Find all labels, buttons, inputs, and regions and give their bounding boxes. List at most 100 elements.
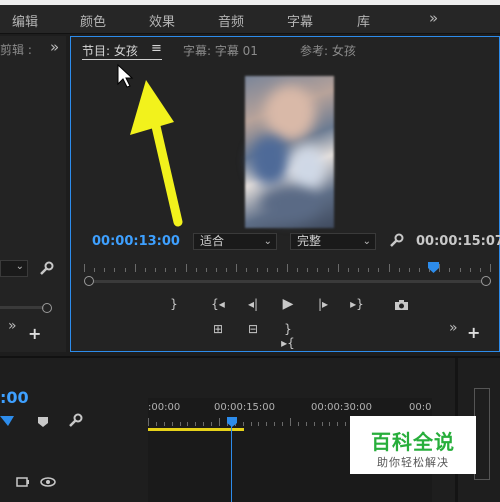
ruler-tick <box>347 268 349 272</box>
extract-icon[interactable]: ⊟ <box>243 322 263 336</box>
wrench-icon[interactable] <box>38 261 54 277</box>
ruler-tick <box>337 264 339 272</box>
scrubber-end-handle[interactable] <box>42 303 52 313</box>
source-scrubber-track[interactable] <box>0 306 44 309</box>
ruler-tick <box>449 268 451 272</box>
ruler-tick <box>418 268 420 272</box>
trim-icon[interactable]: }▸{ <box>278 322 298 350</box>
eye-icon[interactable] <box>40 476 56 488</box>
mouse-cursor-icon <box>117 63 134 88</box>
step-forward-icon[interactable]: |▸ <box>313 297 333 311</box>
current-timecode[interactable]: 00:00:13:00 <box>92 234 180 249</box>
ruler-tick <box>195 268 197 272</box>
ruler-tick <box>258 422 260 426</box>
add-marker-icon[interactable] <box>37 416 49 428</box>
ruler-tick <box>378 268 380 272</box>
tab-program[interactable]: 节目: 女孩 <box>82 42 138 59</box>
menu-more-icon[interactable]: » <box>429 9 438 27</box>
quality-dropdown[interactable]: 完整 ⌄ <box>290 233 376 250</box>
ruler-label: 00:00:15:00 <box>214 402 276 413</box>
ruler-tick <box>490 264 491 272</box>
menu-library[interactable]: 库 <box>357 11 370 30</box>
ruler-tick <box>187 422 189 426</box>
ruler-tick <box>203 422 205 426</box>
ruler-tick <box>469 268 471 272</box>
ruler-tick <box>329 422 331 426</box>
zoom-scrollbar[interactable] <box>88 280 488 283</box>
step-back-icon[interactable]: ◂| <box>243 297 263 311</box>
play-icon[interactable]: ▶ <box>278 296 298 312</box>
scrollbar-right-handle[interactable] <box>481 276 491 286</box>
source-zoom-dropdown[interactable]: ⌄ <box>0 260 28 277</box>
ruler-tick <box>337 422 339 426</box>
add-button-icon[interactable]: + <box>467 323 480 342</box>
workspace-menu-bar: 编辑 颜色 效果 音频 字幕 库 » <box>0 5 500 34</box>
ruler-tick <box>297 268 299 272</box>
add-button-icon[interactable]: + <box>28 324 41 343</box>
ruler-tick <box>266 268 268 272</box>
ruler-tick <box>175 268 177 272</box>
fit-value: 适合 <box>200 234 225 248</box>
panel-more-icon[interactable]: » <box>50 38 59 56</box>
menu-effects[interactable]: 效果 <box>149 11 175 30</box>
tab-captions[interactable]: 字幕: 字幕 01 <box>183 42 258 59</box>
menu-captions[interactable]: 字幕 <box>287 11 313 30</box>
ruler-label: 00:0 <box>409 402 432 413</box>
timeline-playhead[interactable] <box>226 416 238 428</box>
menu-color[interactable]: 颜色 <box>80 11 106 30</box>
wrench-icon[interactable] <box>67 413 83 429</box>
go-to-out-icon[interactable]: ▸} <box>347 297 367 311</box>
ruler-tick <box>276 268 278 272</box>
panel-menu-icon[interactable]: ≡ <box>151 41 162 56</box>
ruler-tick <box>388 264 390 272</box>
mark-out-icon[interactable]: } <box>164 297 184 311</box>
ruler-tick <box>305 422 307 426</box>
playhead-line <box>231 426 232 502</box>
ruler-tick <box>297 422 299 426</box>
ruler-tick <box>84 264 85 272</box>
program-video-frame <box>245 76 334 228</box>
chevron-down-icon: ⌄ <box>362 236 371 247</box>
watermark-logo: 百科全说 助你轻松解决 <box>350 416 476 474</box>
output-icon[interactable] <box>16 476 30 488</box>
tab-reference[interactable]: 参考: 女孩 <box>300 42 356 59</box>
ruler-tick <box>219 418 220 426</box>
snap-icon[interactable] <box>0 414 16 428</box>
fit-dropdown[interactable]: 适合 ⌄ <box>193 233 277 250</box>
ruler-tick <box>368 268 370 272</box>
menu-edit[interactable]: 编辑 <box>12 11 38 30</box>
watermark-subtitle: 助你轻松解决 <box>377 456 449 469</box>
ruler-tick <box>398 268 400 272</box>
more-controls-icon[interactable]: » <box>449 320 458 336</box>
source-tab[interactable]: 剪辑 : <box>0 41 32 58</box>
playhead-marker[interactable] <box>427 261 440 274</box>
ruler-tick <box>114 268 116 272</box>
wrench-icon[interactable] <box>388 233 404 249</box>
timeline-timecode[interactable]: :00 <box>0 388 29 407</box>
ruler-tick <box>408 268 410 272</box>
ruler-tick <box>155 422 157 426</box>
work-area-bar[interactable] <box>148 428 244 431</box>
go-to-in-icon[interactable]: {◂ <box>208 297 228 311</box>
chevron-down-icon: ⌄ <box>15 261 24 272</box>
ruler-tick <box>179 422 181 426</box>
ruler-tick <box>345 422 347 426</box>
ruler-label: :00:00 <box>148 402 181 413</box>
more-controls-icon[interactable]: » <box>8 318 17 334</box>
menu-audio[interactable]: 音频 <box>218 11 244 30</box>
ruler-tick <box>266 422 268 426</box>
ruler-tick <box>165 268 167 272</box>
ruler-tick <box>256 268 258 272</box>
scrollbar-left-handle[interactable] <box>84 276 94 286</box>
ruler-tick <box>195 422 197 426</box>
ruler-tick <box>327 268 329 272</box>
ruler-tick <box>144 268 146 272</box>
lift-icon[interactable]: ⊞ <box>208 322 228 336</box>
camera-icon[interactable] <box>394 299 409 311</box>
source-panel: 剪辑 : » ⌄ » + <box>0 36 66 352</box>
ruler-tick <box>226 268 228 272</box>
ruler-tick <box>205 268 207 272</box>
ruler-tick <box>215 268 217 272</box>
ruler-tick <box>104 268 106 272</box>
ruler-tick <box>358 268 360 272</box>
